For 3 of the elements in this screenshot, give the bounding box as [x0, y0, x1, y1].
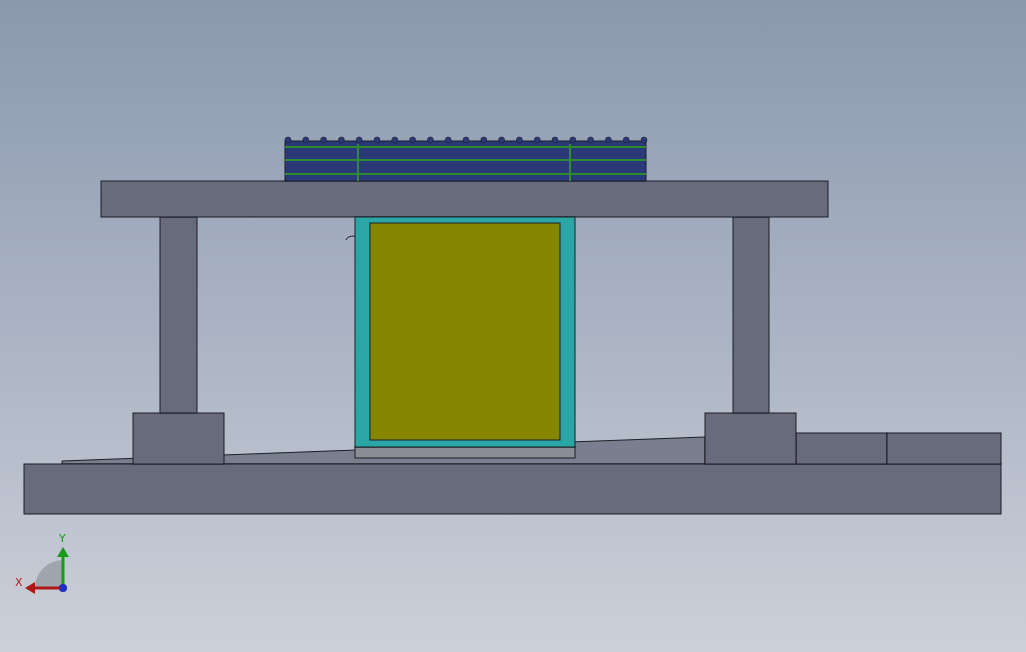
y-axis-label: Y [59, 533, 66, 545]
x-axis-label: X [15, 577, 23, 589]
axis-triad-drawing [25, 547, 69, 594]
